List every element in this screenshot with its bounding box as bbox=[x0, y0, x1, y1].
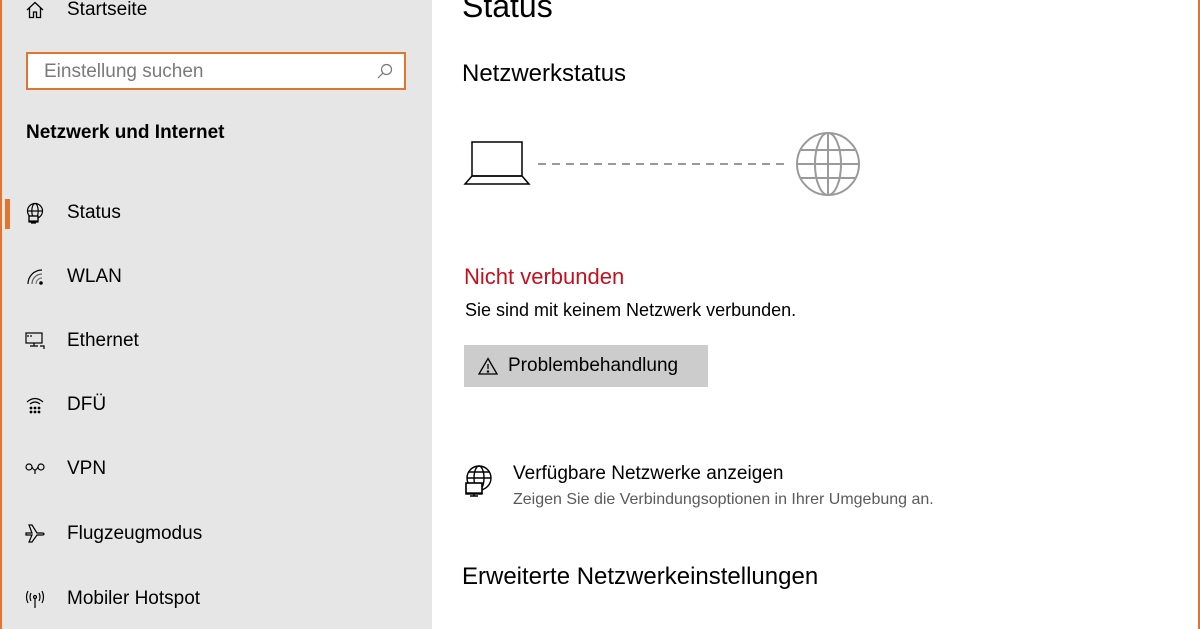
sidebar-item-label: Mobiler Hotspot bbox=[67, 588, 201, 609]
sidebar-item-vpn[interactable]: VPN bbox=[2, 445, 432, 493]
sidebar-item-dfu[interactable]: DFÜ bbox=[2, 381, 432, 429]
globe-icon bbox=[796, 132, 860, 196]
page-title: Status bbox=[462, 0, 553, 24]
sidebar-item-hotspot[interactable]: Mobiler Hotspot bbox=[2, 575, 432, 623]
network-status-heading: Netzwerkstatus bbox=[462, 60, 627, 87]
advanced-settings-heading: Erweiterte Netzwerkeinstellungen bbox=[462, 563, 819, 590]
main-content: Status Netzwerkstatus Nicht verbunden Si… bbox=[432, 0, 1198, 629]
sidebar-item-label: Status bbox=[67, 202, 121, 223]
search-icon[interactable] bbox=[376, 62, 394, 80]
home-link[interactable]: Startseite bbox=[24, 0, 147, 26]
sidebar-item-airplane[interactable]: Flugzeugmodus bbox=[2, 510, 432, 558]
search-box[interactable] bbox=[26, 52, 406, 90]
troubleshoot-button[interactable]: Problembehandlung bbox=[464, 345, 708, 387]
sidebar: Startseite Netzwerk und Internet bbox=[2, 0, 432, 629]
available-networks-description: Zeigen Sie die Verbindungsoptionen in Ih… bbox=[513, 491, 934, 508]
sidebar-item-status[interactable]: Status bbox=[2, 189, 432, 237]
hotspot-icon bbox=[24, 588, 46, 610]
globe-status-icon bbox=[24, 202, 46, 224]
available-networks-icon bbox=[462, 464, 496, 498]
sidebar-item-label: Ethernet bbox=[67, 330, 139, 351]
network-diagram bbox=[462, 128, 862, 198]
search-input[interactable] bbox=[42, 54, 366, 90]
network-diagram-graphic bbox=[463, 132, 860, 196]
vpn-icon bbox=[24, 458, 46, 480]
warning-icon bbox=[478, 356, 498, 376]
connection-description: Sie sind mit keinem Netzwerk verbunden. bbox=[465, 300, 797, 320]
troubleshoot-label: Problembehandlung bbox=[508, 355, 679, 376]
sidebar-item-wlan[interactable]: WLAN bbox=[2, 253, 432, 301]
laptop-icon bbox=[463, 141, 531, 185]
settings-window: Startseite Netzwerk und Internet bbox=[0, 0, 1200, 629]
home-icon bbox=[24, 0, 46, 21]
ethernet-icon bbox=[24, 330, 46, 352]
dialup-icon bbox=[24, 394, 46, 416]
available-networks-title[interactable]: Verfügbare Netzwerke anzeigen bbox=[513, 463, 783, 485]
sidebar-item-label: Flugzeugmodus bbox=[67, 523, 203, 544]
connection-state: Nicht verbunden bbox=[464, 264, 625, 289]
sidebar-item-ethernet[interactable]: Ethernet bbox=[2, 317, 432, 365]
sidebar-item-label: WLAN bbox=[67, 266, 122, 287]
airplane-icon bbox=[24, 523, 46, 545]
available-networks-link[interactable]: Verfügbare Netzwerke anzeigen Zeigen Sie… bbox=[462, 460, 1062, 520]
sidebar-item-label: DFÜ bbox=[67, 394, 107, 415]
sidebar-section-title: Netzwerk und Internet bbox=[26, 122, 225, 143]
sidebar-item-label: VPN bbox=[67, 458, 107, 479]
home-label: Startseite bbox=[67, 0, 148, 20]
wifi-icon bbox=[24, 266, 46, 288]
